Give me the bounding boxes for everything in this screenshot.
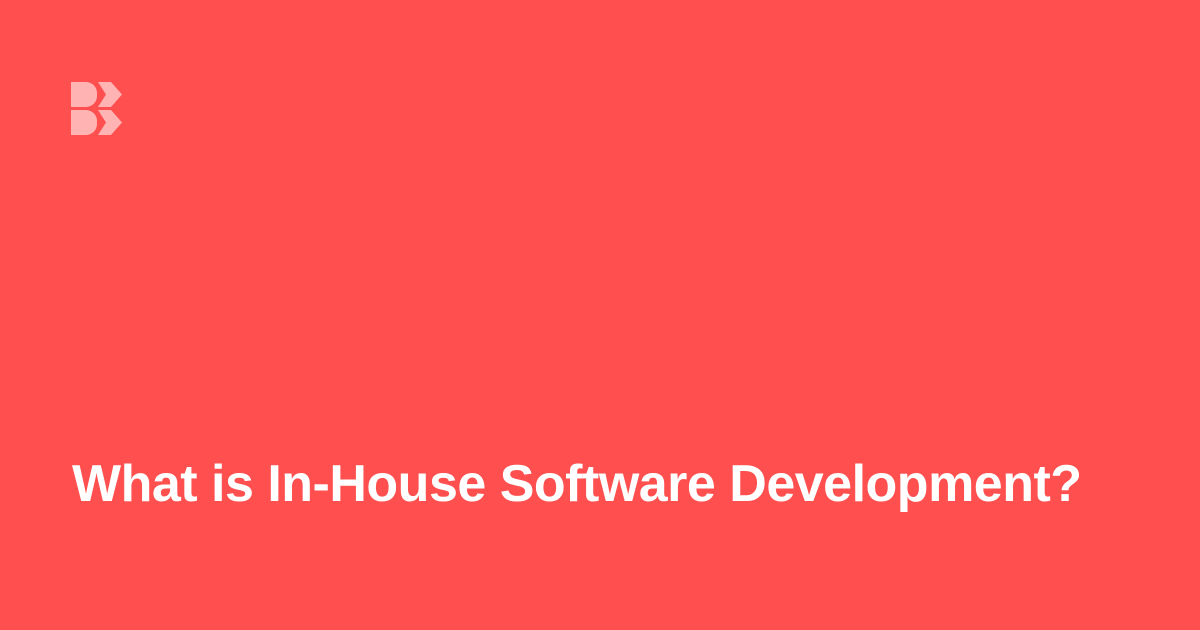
logo-shape-bottom-right — [98, 110, 122, 135]
logo-shape-top-left — [71, 82, 97, 107]
social-share-card: What is In-House Software Development? — [0, 0, 1200, 630]
brand-logo-icon-graphic — [71, 82, 122, 135]
logo-shape-bottom-left — [71, 110, 97, 135]
logo-shape-top-right — [98, 82, 122, 107]
article-title: What is In-House Software Development? — [72, 455, 1082, 513]
brand-logo-icon — [71, 82, 122, 135]
